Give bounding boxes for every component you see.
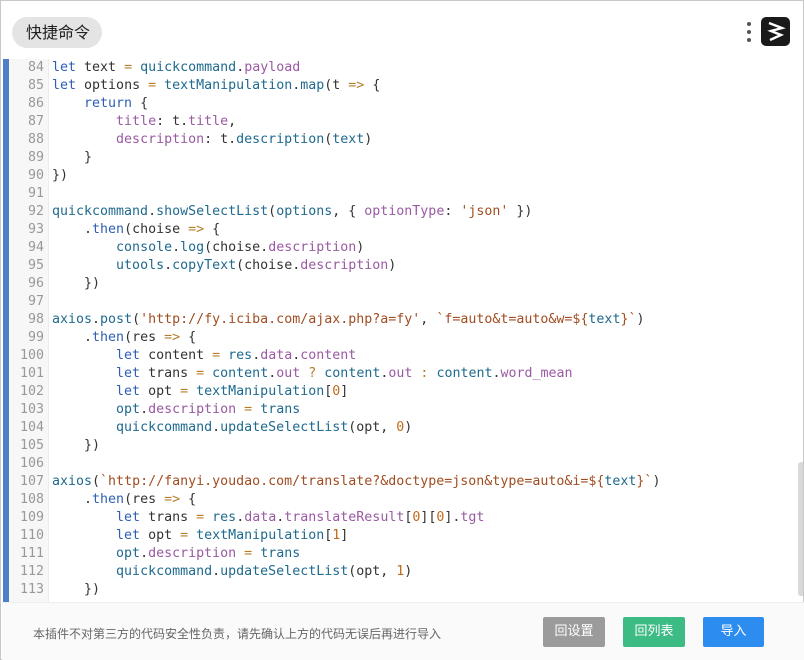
page-title: 快捷命令 (12, 17, 103, 48)
line-number: 92 (27, 204, 44, 219)
line-number: 94 (27, 240, 44, 255)
code-line: }) (52, 438, 101, 453)
line-number: 96 (27, 276, 44, 291)
code-line: }) (52, 168, 69, 183)
line-number: 106 (19, 456, 44, 471)
code-line: quickcommand.updateSelectList(opt, 1) (116, 564, 413, 579)
line-number: 86 (27, 96, 44, 111)
code-line: opt.description = trans (116, 402, 301, 417)
line-number: 95 (27, 258, 44, 273)
line-number: 111 (19, 546, 44, 561)
code-line: .then(res => { (52, 492, 197, 507)
back-to-list-button[interactable]: 回列表 (623, 617, 685, 647)
code-line: .then(res => { (52, 330, 197, 345)
line-number: 112 (19, 564, 44, 579)
code-line: console.log(choise.description) (116, 240, 365, 255)
line-number: 99 (27, 330, 44, 345)
line-number: 110 (19, 528, 44, 543)
back-to-settings-button[interactable]: 回设置 (543, 617, 605, 647)
code-line: let opt = textManipulation[0] (116, 384, 349, 399)
code-area[interactable]: let text = quickcommand.payload let optio… (52, 59, 792, 599)
line-number: 104 (19, 420, 44, 435)
code-line: axios(`http://fanyi.youdao.com/translate… (52, 474, 661, 489)
line-number: 107 (19, 474, 44, 489)
app-window: 快捷命令 84 85 86 87 88 89 90 91 92 93 94 95 96 97 98 99 100… (0, 0, 804, 660)
header-bar: 快捷命令 (1, 1, 803, 59)
kebab-dot (747, 22, 751, 26)
line-number: 113 (19, 582, 44, 597)
line-number: 87 (27, 114, 44, 129)
line-number: 101 (19, 366, 44, 381)
code-line: let content = res.data.content (116, 348, 357, 363)
kebab-menu-icon[interactable] (745, 20, 753, 44)
line-number: 100 (19, 348, 44, 363)
code-line: }) (52, 582, 101, 597)
line-number: 91 (27, 186, 44, 201)
code-line: quickcommand.updateSelectList(opt, 0) (116, 420, 413, 435)
code-editor[interactable]: 84 85 86 87 88 89 90 91 92 93 94 95 96 97 98 99 100 101 10… (3, 59, 803, 602)
line-number: 105 (19, 438, 44, 453)
line-number: 90 (27, 168, 44, 183)
import-button[interactable]: 导入 (703, 617, 764, 647)
code-line: .then(choise => { (52, 222, 221, 237)
line-number: 89 (27, 150, 44, 165)
line-number-gutter: 84 85 86 87 88 89 90 91 92 93 94 95 96 97 98 99 100 101 10… (9, 59, 49, 602)
code-line: let text = quickcommand.payload (52, 60, 301, 75)
code-line: axios.post('http://fy.iciba.com/ajax.php… (52, 312, 645, 327)
footer-bar: 本插件不对第三方的代码安全性负责，请先确认上方的代码无误后再进行导入 回设置 回… (2, 602, 804, 660)
code-line: let trans = res.data.translateResult[0][… (116, 510, 485, 525)
line-number: 103 (19, 402, 44, 417)
line-number: 98 (27, 312, 44, 327)
line-number: 97 (27, 294, 44, 309)
code-line: let opt = textManipulation[1] (116, 528, 349, 543)
code-line: title: t.title, (116, 114, 237, 129)
kebab-dot (747, 30, 751, 34)
scrollbar-thumb[interactable] (798, 462, 803, 596)
line-number: 85 (27, 78, 44, 93)
line-number: 108 (19, 492, 44, 507)
quickcommand-logo-icon (761, 17, 790, 46)
line-number: 102 (19, 384, 44, 399)
code-line: }) (52, 276, 101, 291)
line-number: 109 (19, 510, 44, 525)
code-line: return { (84, 96, 149, 111)
line-number: 84 (27, 60, 44, 75)
code-line: let options = textManipulation.map(t => … (52, 78, 381, 93)
code-line: } (52, 150, 93, 165)
code-line: description: t.description(text) (116, 132, 373, 147)
security-notice: 本插件不对第三方的代码安全性负责，请先确认上方的代码无误后再进行导入 (33, 627, 442, 641)
kebab-dot (747, 38, 751, 42)
code-line: opt.description = trans (116, 546, 301, 561)
line-number: 93 (27, 222, 44, 237)
code-line: let trans = content.out ? content.out : … (116, 366, 573, 381)
code-line: utools.copyText(choise.description) (116, 258, 397, 273)
line-number: 88 (27, 132, 44, 147)
code-line: quickcommand.showSelectList(options, { o… (52, 204, 533, 219)
editor-scrollbar[interactable] (795, 59, 803, 602)
